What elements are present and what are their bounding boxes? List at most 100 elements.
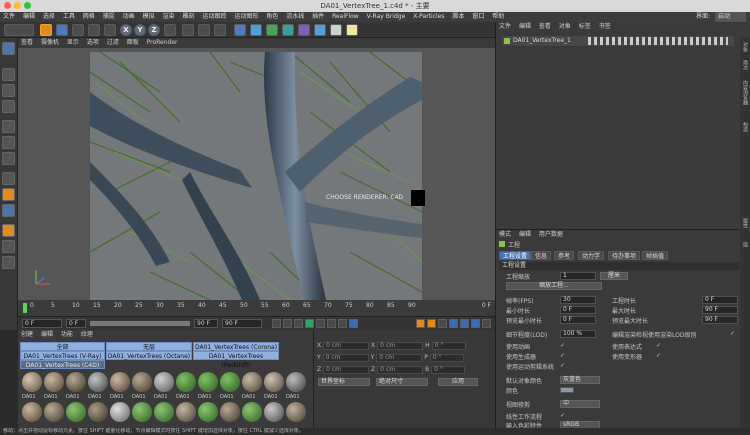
object-menu-objects[interactable]: 对象 <box>556 22 574 32</box>
material-swatch[interactable] <box>132 402 152 422</box>
object-color-dropdown[interactable]: 灰蓝色 <box>560 376 600 384</box>
material-swatch[interactable] <box>220 372 240 392</box>
viewport-menu-prorender[interactable]: ProRender <box>144 38 181 48</box>
x-axis-lock-icon[interactable]: X <box>120 24 132 36</box>
layer-redshift[interactable]: DA01_VertexTrees (Redshift) <box>193 351 279 369</box>
material-swatch[interactable] <box>242 402 262 422</box>
menu-select[interactable]: 选择 <box>40 12 58 22</box>
make-editable-icon[interactable] <box>2 42 15 55</box>
viewport-menu-display[interactable]: 显示 <box>64 38 82 48</box>
tab-interpolation[interactable]: 帧插值 <box>642 251 669 260</box>
render-picture-viewer-icon[interactable] <box>198 24 210 36</box>
menu-character[interactable]: 角色 <box>263 12 281 22</box>
material-swatch[interactable] <box>88 372 108 392</box>
tab-info[interactable]: 信息 <box>531 251 552 260</box>
menu-realflow[interactable]: RealFlow <box>329 12 362 22</box>
menu-simulate[interactable]: 模拟 <box>140 12 158 22</box>
side-tab-layers[interactable]: 层 <box>741 242 749 247</box>
coord-pos-field[interactable]: 0 cm <box>323 366 370 374</box>
layer-corona[interactable]: DA01_VertexTrees (Corona) <box>193 342 279 351</box>
material-swatch[interactable] <box>44 402 64 422</box>
undo-redo-icon[interactable] <box>4 24 34 36</box>
points-mode-icon[interactable] <box>2 120 15 133</box>
go-to-end-icon[interactable] <box>338 319 347 328</box>
polygons-mode-icon[interactable] <box>2 152 15 165</box>
attr-menu-userdata[interactable]: 用户数据 <box>536 230 566 240</box>
lod-field[interactable]: 100 % <box>560 330 596 338</box>
frame-range-slider[interactable] <box>90 321 190 326</box>
prev-key-icon[interactable] <box>283 319 292 328</box>
material-swatch[interactable] <box>220 402 240 422</box>
keyframe-selection-icon[interactable] <box>438 319 447 328</box>
material-swatch[interactable] <box>66 402 86 422</box>
viewport-menu-filter[interactable]: 过滤 <box>104 38 122 48</box>
coord-apply-button[interactable]: 应用 <box>438 378 478 386</box>
record-key-icon[interactable] <box>416 319 425 328</box>
material-menu-edit[interactable]: 编辑 <box>38 330 56 339</box>
move-tool-icon[interactable] <box>56 24 68 36</box>
next-key-icon[interactable] <box>327 319 336 328</box>
rotate-tool-icon[interactable] <box>88 24 100 36</box>
coord-pos-field[interactable]: 0 cm <box>322 354 369 362</box>
coord-size-field[interactable]: 0 cm <box>377 366 424 374</box>
project-time-field[interactable]: 0 F <box>702 296 738 304</box>
material-swatch[interactable] <box>44 372 64 392</box>
use-animation-checkbox[interactable]: ✓ <box>560 342 565 349</box>
cube-object-icon[interactable] <box>234 24 246 36</box>
prev-frame-icon[interactable] <box>294 319 303 328</box>
end-frame-field[interactable]: 90 F <box>194 319 218 328</box>
next-frame-icon[interactable] <box>316 319 325 328</box>
linear-workflow-checkbox[interactable]: ✓ <box>560 412 565 419</box>
side-tab-attributes[interactable]: 属性 <box>741 218 749 228</box>
viewport-menu-cameras[interactable]: 摄像机 <box>38 38 62 48</box>
color-swatch[interactable] <box>560 387 574 393</box>
model-mode-icon[interactable] <box>2 68 15 81</box>
material-menu-texture[interactable]: 纹理 <box>78 330 96 339</box>
menu-plugins[interactable]: 插件 <box>309 12 327 22</box>
z-axis-lock-icon[interactable]: Z <box>148 24 160 36</box>
menu-mograph[interactable]: 运动图形 <box>231 12 261 22</box>
attr-menu-mode[interactable]: 模式 <box>496 230 514 240</box>
object-menu-file[interactable]: 文件 <box>496 22 514 32</box>
use-deformers-checkbox[interactable]: ✓ <box>656 352 661 359</box>
workplane-mode-icon[interactable] <box>2 100 15 113</box>
snap-icon[interactable] <box>2 188 15 201</box>
coord-scale-dropdown[interactable]: 绝对尺寸 <box>376 378 428 386</box>
scale-unit-dropdown[interactable]: 厘米 <box>600 272 628 280</box>
scale-field[interactable]: 1 <box>560 272 596 280</box>
render-settings-icon[interactable] <box>214 24 226 36</box>
rotation-key-icon[interactable] <box>471 319 480 328</box>
loop-icon[interactable] <box>349 319 358 328</box>
material-menu-create[interactable]: 创建 <box>18 330 36 339</box>
preview-min-field[interactable]: 0 F <box>560 316 596 324</box>
material-swatch[interactable] <box>198 402 218 422</box>
grid-icon[interactable] <box>2 256 15 269</box>
tab-reference[interactable]: 参考 <box>554 251 575 260</box>
object-menu-tags[interactable]: 标签 <box>576 22 594 32</box>
light-object-icon[interactable] <box>346 24 358 36</box>
side-tab-structure[interactable]: 构造 <box>741 122 749 132</box>
material-swatch[interactable] <box>198 372 218 392</box>
use-generators-checkbox[interactable]: ✓ <box>560 352 565 359</box>
side-tab-content-browser[interactable]: 内容浏览器 <box>741 80 749 105</box>
viewport-menu-view[interactable]: 查看 <box>18 38 36 48</box>
min-time-field[interactable]: 0 F <box>560 306 596 314</box>
live-selection-icon[interactable] <box>40 24 52 36</box>
solo-mode-icon[interactable] <box>2 240 15 253</box>
object-menu-edit[interactable]: 编辑 <box>516 22 534 32</box>
layout-value[interactable]: 启动 <box>714 12 746 22</box>
menu-edit[interactable]: 编辑 <box>20 12 38 22</box>
camera-object-icon[interactable] <box>330 24 342 36</box>
preview-end-field[interactable]: 90 F <box>222 319 262 328</box>
material-swatch[interactable] <box>176 372 196 392</box>
material-swatch[interactable] <box>176 402 196 422</box>
menu-xparticles[interactable]: X-Particles <box>410 12 447 22</box>
coord-rot-field[interactable]: 0 ° <box>431 366 466 374</box>
start-frame-field[interactable]: 0 F <box>22 319 62 328</box>
scale-project-button[interactable]: 缩放工程... <box>506 282 602 290</box>
material-swatch[interactable] <box>286 372 306 392</box>
coord-pos-field[interactable]: 0 cm <box>323 342 370 350</box>
layer-none[interactable]: 无层 <box>106 342 192 351</box>
object-tags-strip[interactable] <box>588 37 728 45</box>
coord-rot-field[interactable]: 0 ° <box>431 342 466 350</box>
